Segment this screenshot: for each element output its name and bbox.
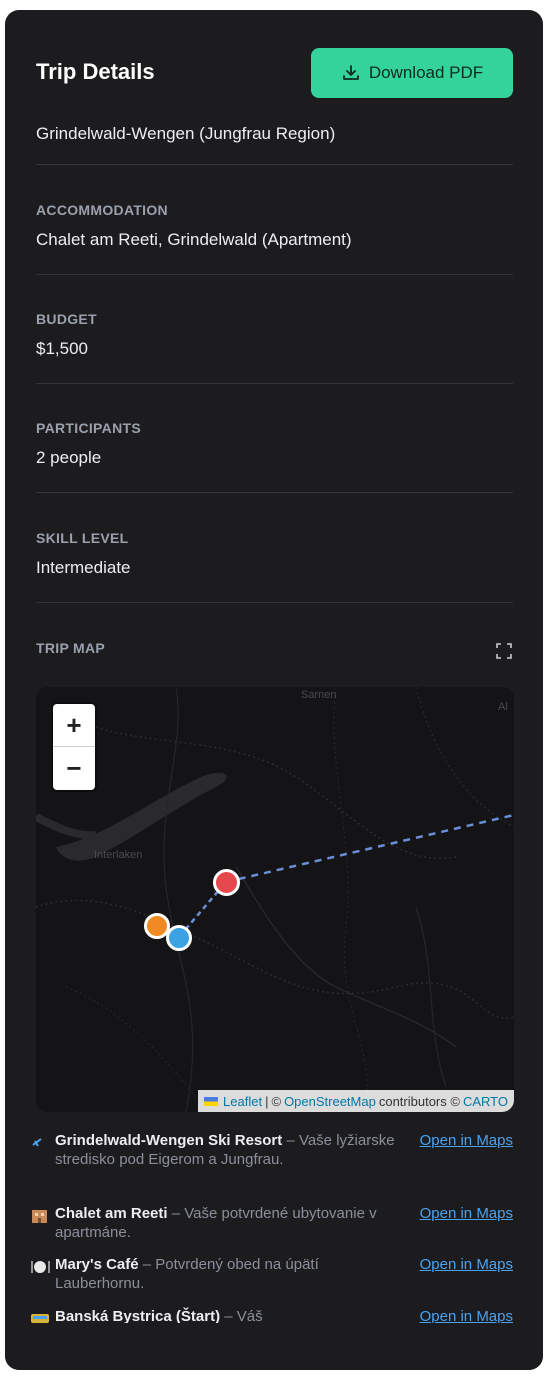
poi-name: Chalet am Reeti (55, 1205, 168, 1222)
poi-item-ski-resort: Grindelwald-Wengen Ski Resort – Vaše lyž… (29, 1131, 513, 1169)
hotel-icon (32, 1210, 47, 1223)
participants-value: 2 people (36, 448, 102, 467)
download-pdf-button[interactable]: Download PDF (311, 48, 513, 98)
participants-label: PARTICIPANTS (36, 420, 141, 436)
open-in-maps-link[interactable]: Open in Maps (420, 1255, 513, 1274)
chalet-marker[interactable] (166, 925, 192, 951)
budget-label: BUDGET (36, 311, 97, 327)
map-tiles (36, 687, 514, 1112)
openstreetmap-link[interactable]: OpenStreetMap (284, 1094, 376, 1109)
poi-name: Grindelwald-Wengen Ski Resort (55, 1132, 283, 1149)
attribution-contributors: contributors © (378, 1093, 460, 1109)
accommodation-row: ACCOMMODATION Chalet am Reeti, Grindelwa… (36, 194, 513, 275)
trip-map-header: TRIP MAP (36, 640, 513, 664)
open-in-maps-link[interactable]: Open in Maps (420, 1204, 513, 1223)
fullscreen-icon[interactable] (495, 642, 513, 660)
trip-details-panel: Trip Details Download PDF Grindelwald-We… (5, 10, 543, 1370)
participants-row: PARTICIPANTS 2 people (36, 412, 513, 493)
attribution-separator: | (265, 1093, 269, 1109)
carto-link[interactable]: CARTO (463, 1094, 508, 1109)
map-town-sarnen: Sarnen (301, 689, 337, 701)
ski-icon (32, 1138, 42, 1147)
map-town-interlaken: Interlaken (94, 849, 143, 861)
trip-map[interactable]: Sarnen Interlaken Al + − Leaflet | © Ope… (36, 687, 514, 1112)
skill-level-value: Intermediate (36, 558, 131, 577)
attribution-copyright: © (271, 1093, 282, 1109)
download-pdf-label: Download PDF (368, 63, 484, 82)
destination-value: Grindelwald-Wengen (Jungfrau Region) (36, 124, 336, 143)
skill-level-row: SKILL LEVEL Intermediate (36, 522, 513, 603)
leaflet-link[interactable]: Leaflet (223, 1094, 262, 1109)
accommodation-value: Chalet am Reeti, Grindelwald (Apartment) (36, 230, 352, 249)
trip-map-label: TRIP MAP (36, 640, 106, 656)
skill-level-label: SKILL LEVEL (36, 530, 129, 546)
poi-item-chalet: Chalet am Reeti – Vaše potvrdené ubytova… (29, 1204, 513, 1242)
destination-row: Grindelwald-Wengen (Jungfrau Region) (36, 118, 513, 165)
map-town-al: Al (498, 701, 508, 713)
ukraine-flag-icon (204, 1096, 219, 1106)
zoom-control: + − (53, 704, 95, 790)
plate-icon (31, 1261, 50, 1273)
page-title: Trip Details (36, 59, 155, 84)
poi-item-cafe: Mary's Café – Potvrdený obed na úpätí La… (29, 1255, 513, 1293)
zoom-in-button[interactable]: + (53, 704, 95, 746)
accommodation-label: ACCOMMODATION (36, 202, 168, 218)
panel-header: Trip Details Download PDF (36, 48, 513, 98)
open-in-maps-link[interactable]: Open in Maps (420, 1131, 513, 1150)
zoom-out-button[interactable]: − (53, 746, 95, 789)
poi-name: Mary's Café (55, 1256, 139, 1273)
map-attribution: Leaflet | © OpenStreetMap contributors ©… (198, 1090, 514, 1112)
budget-row: BUDGET $1,500 (36, 303, 513, 384)
budget-value: $1,500 (36, 339, 88, 358)
download-icon (342, 65, 359, 80)
resort-marker[interactable] (213, 869, 240, 896)
scroll-clip (5, 1323, 543, 1370)
